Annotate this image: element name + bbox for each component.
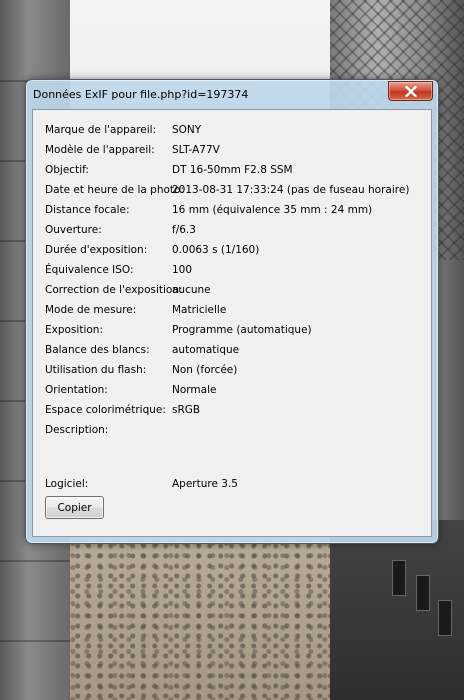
exif-row: Utilisation du flash: Non (forcée) <box>45 364 425 380</box>
exif-row: Balance des blancs: automatique <box>45 344 425 360</box>
exif-row: Description: <box>45 424 425 440</box>
exif-label: Ouverture: <box>45 224 102 236</box>
exif-label: Logiciel: <box>45 478 89 490</box>
exif-value: Programme (automatique) <box>172 324 312 336</box>
exif-value: aucune <box>172 284 211 296</box>
exif-row: Modèle de l'appareil: SLT-A77V <box>45 144 425 160</box>
exif-value: automatique <box>172 344 240 356</box>
exif-label: Balance des blancs: <box>45 344 150 356</box>
exif-row: Date et heure de la photo: 2013-08-31 17… <box>45 184 425 200</box>
exif-label: Description: <box>45 424 109 436</box>
exif-label: Modèle de l'appareil: <box>45 144 155 156</box>
close-button[interactable] <box>388 81 433 101</box>
exif-row: Distance focale: 16 mm (équivalence 35 m… <box>45 204 425 220</box>
exif-value: SONY <box>172 124 202 136</box>
exif-row: Marque de l'appareil: SONY <box>45 124 425 140</box>
exif-value: Normale <box>172 384 217 396</box>
exif-value: SLT-A77V <box>172 144 220 156</box>
exif-label: Objectif: <box>45 164 89 176</box>
exif-row: Exposition: Programme (automatique) <box>45 324 425 340</box>
title-bar[interactable]: Données ExIF pour file.php?id=197374 <box>26 80 438 109</box>
exif-value: 0.0063 s (1/160) <box>172 244 260 256</box>
exif-value: DT 16-50mm F2.8 SSM <box>172 164 293 176</box>
exif-dialog: Données ExIF pour file.php?id=197374 Mar… <box>25 79 439 544</box>
exif-label: Correction de l'exposition: <box>45 284 183 296</box>
exif-value: f/6.3 <box>172 224 196 236</box>
close-icon <box>404 85 417 97</box>
exif-label: Durée d'exposition: <box>45 244 148 256</box>
window-title: Données ExIF pour file.php?id=197374 <box>33 88 249 101</box>
exif-label: Mode de mesure: <box>45 304 137 316</box>
exif-row: Objectif: DT 16-50mm F2.8 SSM <box>45 164 425 180</box>
exif-value: 2013-08-31 17:33:24 (pas de fuseau horai… <box>172 184 410 196</box>
exif-label: Espace colorimétrique: <box>45 404 166 416</box>
copy-button[interactable]: Copier <box>45 496 104 519</box>
exif-label: Utilisation du flash: <box>45 364 147 376</box>
exif-row: Durée d'exposition: 0.0063 s (1/160) <box>45 244 425 260</box>
exif-value: Non (forcée) <box>172 364 238 376</box>
exif-label: Équivalence ISO: <box>45 264 134 276</box>
exif-label: Orientation: <box>45 384 108 396</box>
exif-value: 16 mm (équivalence 35 mm : 24 mm) <box>172 204 373 216</box>
dialog-content: Marque de l'appareil: SONY Modèle de l'a… <box>32 109 432 537</box>
exif-value: 100 <box>172 264 193 276</box>
exif-row: Mode de mesure: Matricielle <box>45 304 425 320</box>
exif-row: Correction de l'exposition: aucune <box>45 284 425 300</box>
exif-value: Matricielle <box>172 304 227 316</box>
exif-row-software: Logiciel: Aperture 3.5 <box>45 478 425 494</box>
exif-label: Exposition: <box>45 324 103 336</box>
exif-row: Orientation: Normale <box>45 384 425 400</box>
exif-label: Marque de l'appareil: <box>45 124 157 136</box>
exif-row: Espace colorimétrique: sRGB <box>45 404 425 420</box>
exif-label: Distance focale: <box>45 204 130 216</box>
exif-row: Ouverture: f/6.3 <box>45 224 425 240</box>
exif-value: Aperture 3.5 <box>172 478 238 490</box>
background-ground <box>70 540 330 700</box>
exif-label: Date et heure de la photo: <box>45 184 184 196</box>
exif-value: sRGB <box>172 404 201 416</box>
exif-row: Équivalence ISO: 100 <box>45 264 425 280</box>
